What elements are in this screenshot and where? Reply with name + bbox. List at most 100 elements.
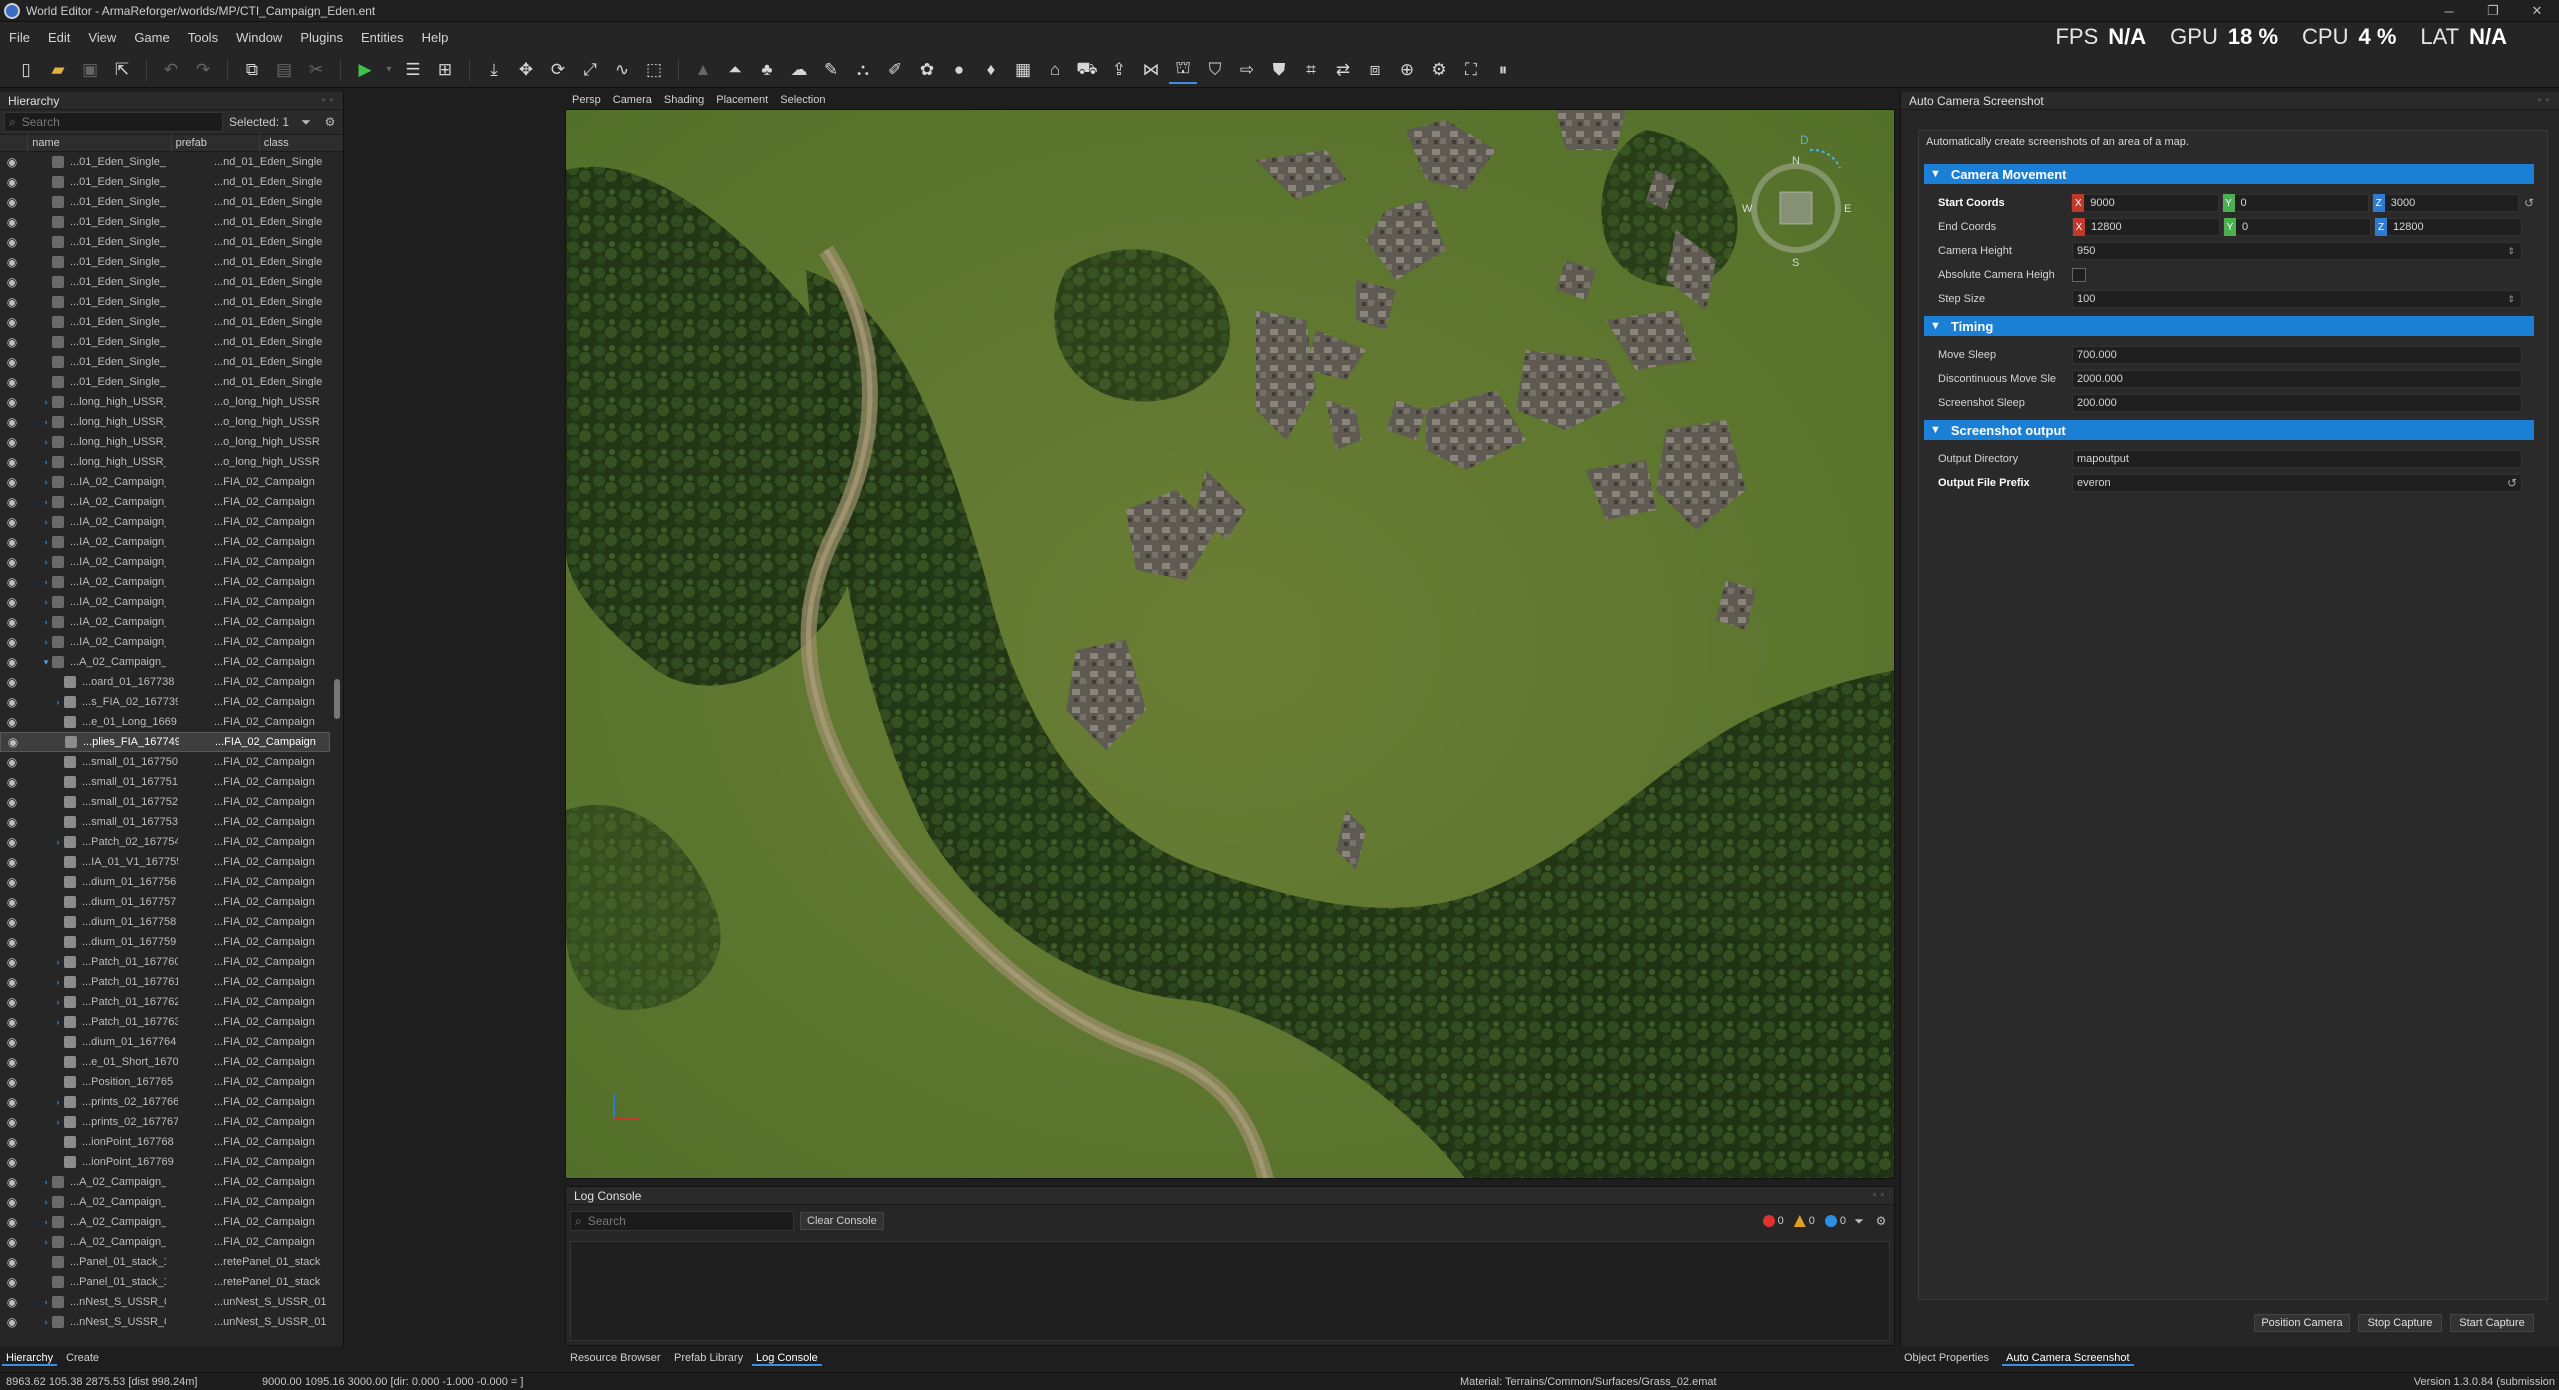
- expand-arrow-icon[interactable]: ›: [40, 1297, 52, 1307]
- visibility-eye-icon[interactable]: ◉: [0, 395, 24, 409]
- place-on-ground-icon[interactable]: ⤓: [480, 56, 508, 84]
- panel-controls-icon[interactable]: ▫▫: [1873, 1190, 1888, 1201]
- scripts-icon[interactable]: ⛶: [1457, 56, 1485, 84]
- tab-shading[interactable]: Shading: [658, 92, 710, 108]
- start-capture-button[interactable]: Start Capture: [2450, 1314, 2534, 1332]
- step-size-input[interactable]: 100 ⇕: [2072, 290, 2522, 308]
- prefab-tool-icon[interactable]: ☁: [785, 56, 813, 84]
- expand-arrow-icon[interactable]: ›: [40, 1197, 52, 1207]
- hierarchy-row[interactable]: ◉ ...01_Eden_Single_28 ...nd_01_Eden_Singl…: [0, 152, 330, 172]
- menu-edit[interactable]: Edit: [39, 30, 79, 45]
- hierarchy-row[interactable]: ◉ › ...long_high_USSR_4 ...o_long_high_USSR…: [0, 432, 330, 452]
- collapse-arrow-icon[interactable]: ▾: [40, 657, 52, 668]
- hierarchy-row[interactable]: ◉ ...01_Eden_Single_37 ...nd_01_Eden_Singl…: [0, 332, 330, 352]
- visibility-eye-icon[interactable]: ◉: [0, 1255, 24, 1269]
- output-directory-input[interactable]: mapoutput: [2072, 450, 2522, 468]
- snap-icon[interactable]: ⊞: [431, 56, 459, 84]
- error-filter[interactable]: 0: [1762, 1215, 1784, 1227]
- hierarchy-row[interactable]: ◉▾...A_02_Campaign_10...FIA_02_CampaignG…: [0, 652, 330, 672]
- menu-view[interactable]: View: [79, 30, 125, 45]
- visibility-eye-icon[interactable]: ◉: [0, 1035, 24, 1049]
- warning-filter[interactable]: 0: [1793, 1215, 1815, 1227]
- rotate-tool-icon[interactable]: ⟳: [544, 56, 572, 84]
- end-y-field[interactable]: Y0: [2223, 218, 2371, 236]
- hierarchy-row[interactable]: ◉›...IA_02_Campaign_3...FIA_02_CampaignG…: [0, 512, 330, 532]
- road-tool-icon[interactable]: ⛬: [849, 56, 877, 84]
- save-icon[interactable]: ▣: [76, 56, 104, 84]
- end-x-field[interactable]: X 12800: [2072, 218, 2220, 236]
- spinner-icon[interactable]: ⇕: [2507, 246, 2515, 257]
- globe-icon[interactable]: ⊕: [1393, 56, 1421, 84]
- paste-icon[interactable]: ▤: [270, 56, 298, 84]
- hierarchy-row[interactable]: ◉ ...01_Eden_Single_34 ...nd_01_Eden_Singl…: [0, 272, 330, 292]
- building-icon[interactable]: ⌂: [1041, 56, 1069, 84]
- play-icon[interactable]: ▶: [351, 56, 379, 84]
- vehicle-icon[interactable]: ⛟: [1073, 56, 1101, 84]
- hierarchy-row[interactable]: ◉...Position_167765...FIA_02_CampaignGen…: [0, 1072, 330, 1092]
- expand-arrow-icon[interactable]: ›: [40, 1317, 52, 1327]
- absolute-camera-height-checkbox[interactable]: [2072, 268, 2086, 282]
- column-class[interactable]: class: [260, 134, 343, 152]
- hierarchy-row[interactable]: ◉›...IA_02_Campaign_9...FIA_02_CampaignG…: [0, 632, 330, 652]
- visibility-eye-icon[interactable]: ◉: [0, 755, 24, 769]
- copy-icon[interactable]: ⧉: [238, 56, 266, 84]
- export-icon[interactable]: ⇱: [108, 56, 136, 84]
- navmesh-icon[interactable]: ⋈: [1137, 56, 1165, 84]
- visibility-eye-icon[interactable]: ◉: [1, 735, 25, 749]
- grid-icon[interactable]: ▦: [1009, 56, 1037, 84]
- visibility-eye-icon[interactable]: ◉: [0, 1275, 24, 1289]
- visibility-eye-icon[interactable]: ◉: [0, 495, 24, 509]
- visibility-eye-icon[interactable]: ◉: [0, 835, 24, 849]
- import-icon[interactable]: ⇪: [1105, 56, 1133, 84]
- hierarchy-row[interactable]: ◉›...IA_02_Campaign_1...FIA_02_CampaignG…: [0, 472, 330, 492]
- forest-tool-icon[interactable]: ♣: [753, 56, 781, 84]
- hierarchy-row[interactable]: ◉›...prints_02_167767...FIA_02_CampaignG…: [0, 1112, 330, 1132]
- visibility-eye-icon[interactable]: ◉: [0, 875, 24, 889]
- visibility-eye-icon[interactable]: ◉: [0, 1115, 24, 1129]
- expand-arrow-icon[interactable]: ›: [52, 697, 64, 707]
- tab-camera[interactable]: Camera: [607, 92, 658, 108]
- section-timing[interactable]: ▼ Timing: [1924, 316, 2534, 336]
- position-camera-button[interactable]: Position Camera: [2254, 1314, 2350, 1332]
- visibility-eye-icon[interactable]: ◉: [0, 775, 24, 789]
- visibility-eye-icon[interactable]: ◉: [0, 555, 24, 569]
- expand-arrow-icon[interactable]: ›: [40, 1237, 52, 1247]
- expand-arrow-icon[interactable]: ›: [40, 517, 52, 527]
- paint-brush-icon[interactable]: ✐: [881, 56, 909, 84]
- visibility-eye-icon[interactable]: ◉: [0, 1315, 24, 1329]
- visibility-eye-icon[interactable]: ◉: [0, 615, 24, 629]
- hierarchy-row[interactable]: ◉...IA_01_V1_167755...FIA_02_CampaignGen…: [0, 852, 330, 872]
- expand-arrow-icon[interactable]: ›: [52, 1017, 64, 1027]
- visibility-eye-icon[interactable]: ◉: [0, 1175, 24, 1189]
- visibility-eye-icon[interactable]: ◉: [0, 1135, 24, 1149]
- swap-icon[interactable]: ⇄: [1329, 56, 1357, 84]
- settings-tools-icon[interactable]: ⚙: [1425, 56, 1453, 84]
- end-z-field[interactable]: Z 12800: [2374, 218, 2522, 236]
- menu-window[interactable]: Window: [227, 30, 291, 45]
- hierarchy-row[interactable]: ◉ › ...long_high_USSR_3 ...o_long_high_USSR…: [0, 412, 330, 432]
- hierarchy-row[interactable]: ◉ ...01_Eden_Single_33 ...nd_01_Eden_Singl…: [0, 252, 330, 272]
- info-filter[interactable]: 0: [1824, 1215, 1846, 1227]
- hierarchy-row[interactable]: ◉›...IA_02_Campaign_7...FIA_02_CampaignG…: [0, 592, 330, 612]
- hierarchy-row[interactable]: ◉ ...01_Eden_Single_35 ...nd_01_Eden_Singl…: [0, 292, 330, 312]
- start-z-field[interactable]: Z 3000: [2371, 194, 2519, 212]
- menu-help[interactable]: Help: [413, 30, 458, 45]
- hierarchy-search-input[interactable]: [21, 115, 218, 129]
- hierarchy-row[interactable]: ◉ › ...long_high_USSR_2 ...o_long_high_USSR…: [0, 392, 330, 412]
- curve-tool-icon[interactable]: ∿: [608, 56, 636, 84]
- hierarchy-row[interactable]: ◉›...IA_02_Campaign_5...FIA_02_CampaignG…: [0, 552, 330, 572]
- layers-icon[interactable]: ⧈: [1361, 56, 1389, 84]
- tab-object-properties[interactable]: Object Properties: [1900, 1350, 1993, 1366]
- expand-arrow-icon[interactable]: ›: [52, 837, 64, 847]
- expand-arrow-icon[interactable]: ›: [40, 397, 52, 407]
- redo-icon[interactable]: ↷: [189, 56, 217, 84]
- open-folder-icon[interactable]: ▰: [44, 56, 72, 84]
- tab-placement[interactable]: Placement: [710, 92, 774, 108]
- hierarchy-row[interactable]: ◉›...IA_02_Campaign_4...FIA_02_CampaignG…: [0, 532, 330, 552]
- expand-arrow-icon[interactable]: ›: [40, 437, 52, 447]
- new-file-icon[interactable]: ▯: [12, 56, 40, 84]
- expand-arrow-icon[interactable]: ›: [40, 537, 52, 547]
- cut-icon[interactable]: ✂: [302, 56, 330, 84]
- hierarchy-row[interactable]: ◉›...Patch_01_167762...FIA_02_CampaignGe…: [0, 992, 330, 1012]
- visibility-eye-icon[interactable]: ◉: [0, 675, 24, 689]
